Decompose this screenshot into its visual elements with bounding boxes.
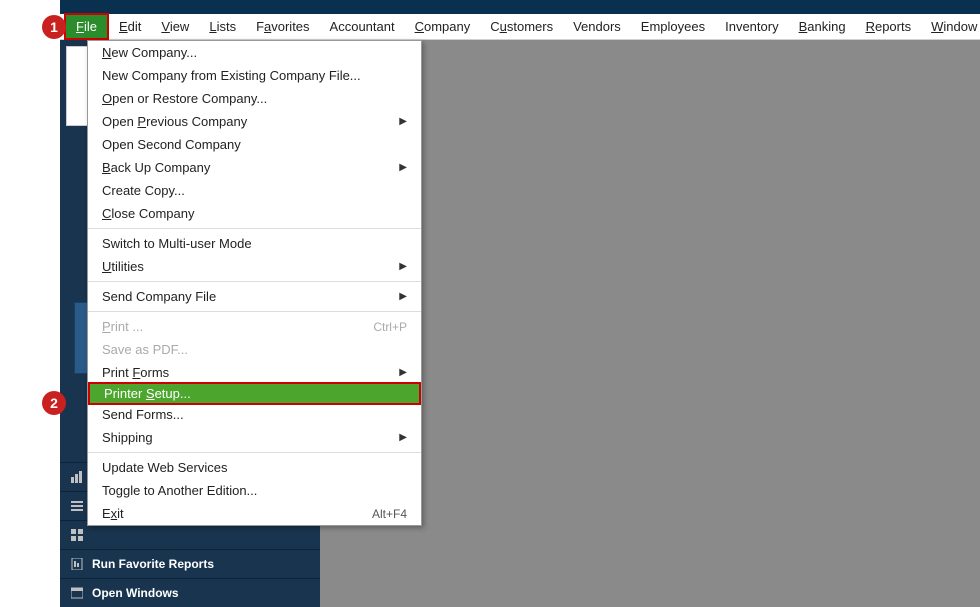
menu-item-send-forms[interactable]: Send Forms...	[88, 403, 421, 426]
menu-customers[interactable]: Customers	[480, 15, 563, 38]
window-icon	[70, 586, 84, 600]
menu-item-label: Send Company File	[102, 289, 216, 304]
menu-item-label: New Company...	[102, 45, 197, 60]
menu-window[interactable]: Window	[921, 15, 980, 38]
menu-reports[interactable]: Reports	[856, 15, 922, 38]
menu-bar: FileEditViewListsFavoritesAccountantComp…	[60, 14, 980, 40]
menu-item-label: Save as PDF...	[102, 342, 188, 357]
menu-item-shortcut: Ctrl+P	[373, 320, 407, 334]
menu-item-switch-to-multi-user-mode[interactable]: Switch to Multi-user Mode	[88, 232, 421, 255]
menu-item-label: Shipping	[102, 430, 153, 445]
menu-item-new-company-from-existing-company-file[interactable]: New Company from Existing Company File..…	[88, 64, 421, 87]
menu-item-label: Back Up Company	[102, 160, 210, 175]
menu-item-label: Update Web Services	[102, 460, 228, 475]
menu-vendors[interactable]: Vendors	[563, 15, 631, 38]
bar-chart-icon	[70, 470, 84, 484]
menu-item-new-company[interactable]: New Company...	[88, 41, 421, 64]
menu-item-exit[interactable]: Exit Alt+F4	[88, 502, 421, 525]
menu-item-label: Create Copy...	[102, 183, 185, 198]
menu-item-label: Open Previous Company	[102, 114, 247, 129]
menu-separator	[88, 452, 421, 453]
submenu-arrow-icon: ▶	[399, 116, 407, 127]
menu-separator	[88, 281, 421, 282]
menu-item-label: Print Forms	[102, 365, 169, 380]
menu-item-open-previous-company[interactable]: Open Previous Company ▶	[88, 110, 421, 133]
menu-item-label: Open or Restore Company...	[102, 91, 267, 106]
menu-item-print-forms[interactable]: Print Forms ▶	[88, 361, 421, 384]
menu-item-label: Close Company	[102, 206, 195, 221]
sidebar-favorites[interactable]: Run Favorite Reports	[60, 549, 320, 578]
menu-item-create-copy[interactable]: Create Copy...	[88, 179, 421, 202]
menu-item-label: New Company from Existing Company File..…	[102, 68, 361, 83]
menu-item-utilities[interactable]: Utilities ▶	[88, 255, 421, 278]
grid-icon	[70, 528, 84, 542]
menu-item-update-web-services[interactable]: Update Web Services	[88, 456, 421, 479]
submenu-arrow-icon: ▶	[399, 162, 407, 173]
menu-item-print: Print ... Ctrl+P	[88, 315, 421, 338]
menu-company[interactable]: Company	[405, 15, 481, 38]
menu-item-shortcut: Alt+F4	[372, 507, 407, 521]
callout-1: 1	[42, 15, 66, 39]
menu-item-label: Open Second Company	[102, 137, 241, 152]
menu-view[interactable]: View	[151, 15, 199, 38]
menu-item-toggle-to-another-edition[interactable]: Toggle to Another Edition...	[88, 479, 421, 502]
menu-accountant[interactable]: Accountant	[320, 15, 405, 38]
menu-favorites[interactable]: Favorites	[246, 15, 319, 38]
menu-item-open-or-restore-company[interactable]: Open or Restore Company...	[88, 87, 421, 110]
menu-item-open-second-company[interactable]: Open Second Company	[88, 133, 421, 156]
submenu-arrow-icon: ▶	[399, 261, 407, 272]
menu-inventory[interactable]: Inventory	[715, 15, 788, 38]
menu-item-label: Exit	[102, 506, 124, 521]
menu-item-printer-setup[interactable]: Printer Setup...	[88, 382, 421, 405]
submenu-arrow-icon: ▶	[399, 432, 407, 443]
menu-lists[interactable]: Lists	[199, 15, 246, 38]
menu-item-label: Toggle to Another Edition...	[102, 483, 257, 498]
menu-item-close-company[interactable]: Close Company	[88, 202, 421, 225]
menu-item-save-as-pdf: Save as PDF...	[88, 338, 421, 361]
file-menu-dropdown: New Company... New Company from Existing …	[87, 40, 422, 526]
menu-separator	[88, 228, 421, 229]
submenu-arrow-icon: ▶	[399, 291, 407, 302]
menu-item-label: Print ...	[102, 319, 143, 334]
menu-item-label: Printer Setup...	[104, 386, 191, 401]
list-icon	[70, 499, 84, 513]
menu-item-label: Switch to Multi-user Mode	[102, 236, 252, 251]
submenu-arrow-icon: ▶	[399, 367, 407, 378]
menu-item-send-company-file[interactable]: Send Company File ▶	[88, 285, 421, 308]
menu-edit[interactable]: Edit	[109, 15, 151, 38]
sidebar-openwin-label: Open Windows	[92, 586, 179, 600]
sidebar-openwin[interactable]: Open Windows	[60, 578, 320, 607]
title-bar	[60, 0, 980, 14]
menu-employees[interactable]: Employees	[631, 15, 715, 38]
menu-item-shipping[interactable]: Shipping ▶	[88, 426, 421, 449]
sidebar-favorites-label: Run Favorite Reports	[92, 557, 214, 571]
menu-item-label: Utilities	[102, 259, 144, 274]
menu-banking[interactable]: Banking	[789, 15, 856, 38]
menu-file[interactable]: File	[64, 13, 109, 40]
menu-item-label: Send Forms...	[102, 407, 184, 422]
menu-item-back-up-company[interactable]: Back Up Company ▶	[88, 156, 421, 179]
menu-separator	[88, 311, 421, 312]
report-icon	[70, 557, 84, 571]
callout-2: 2	[42, 391, 66, 415]
